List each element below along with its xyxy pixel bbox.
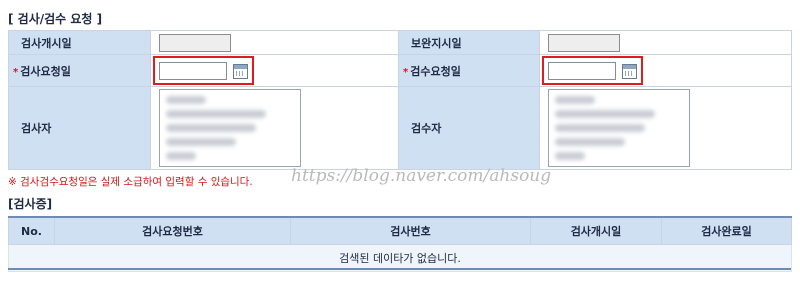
column-header-request-number[interactable]: 검사요청번호: [54, 217, 291, 245]
column-header-no[interactable]: No.: [8, 217, 55, 245]
certificate-section-title: [검사증]: [8, 197, 53, 211]
column-header-inspection-number[interactable]: 검사번호: [290, 217, 531, 245]
calendar-icon[interactable]: [622, 64, 637, 79]
certificate-table: No. 검사요청번호 검사번호 검사개시일 검사완료일 검색된 데이타가 없습니…: [8, 216, 792, 272]
acceptance-request-date-input[interactable]: [548, 62, 616, 80]
inspector-label: 검사자: [8, 86, 151, 170]
supplement-label: 보완지시일: [398, 30, 540, 55]
acceptor-list[interactable]: [548, 89, 690, 167]
request-section-title: [ 검사/검수 요청 ]: [8, 12, 103, 26]
inspect-request-date-input[interactable]: [159, 62, 227, 80]
acceptor-label: 검수자: [398, 86, 540, 170]
inspect-request-label: * 검사요청일: [8, 54, 151, 87]
required-mark: *: [13, 66, 19, 78]
request-notice: ※ 검사검수요청일은 실제 소급하여 입력할 수 있습니다.: [8, 176, 253, 188]
acceptance-request-highlight: [542, 56, 643, 85]
required-mark: *: [403, 66, 409, 78]
table-bottom-border: [8, 268, 791, 270]
column-header-end-date[interactable]: 검사완료일: [661, 217, 792, 245]
acceptance-request-label: * 검수요청일: [398, 54, 540, 87]
watermark: https://blog.naver.com/ahsoug: [291, 166, 552, 186]
request-form: 검사개시일 보완지시일 * 검사요청일 * 검수요청일 검사자 검수자: [8, 30, 792, 170]
calendar-icon[interactable]: [233, 64, 248, 79]
inspect-start-label: 검사개시일: [8, 30, 151, 55]
supplement-date-field: [548, 33, 620, 52]
inspect-start-date-field: [159, 33, 231, 52]
inspector-list[interactable]: [159, 89, 301, 167]
column-header-start-date[interactable]: 검사개시일: [530, 217, 662, 245]
inspect-request-highlight: [153, 56, 254, 85]
